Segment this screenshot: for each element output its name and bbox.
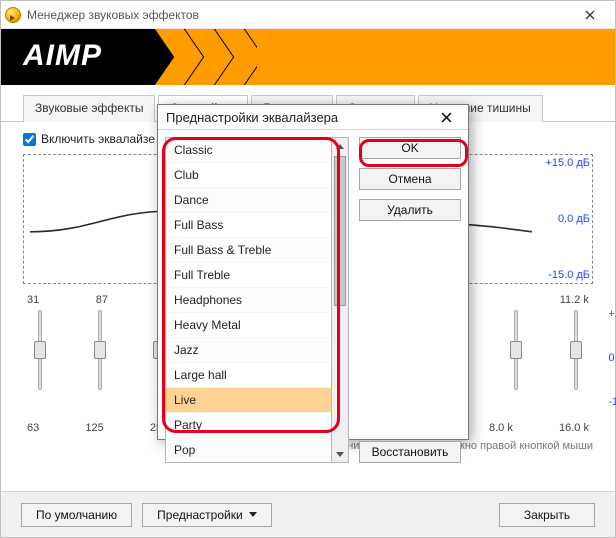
list-item[interactable]: Full Bass & Treble — [166, 237, 331, 262]
dialog-buttons: OK Отмена Удалить Восстановить — [359, 137, 461, 463]
brand-chevrons — [155, 29, 615, 85]
list-item[interactable]: Club — [166, 162, 331, 187]
scroll-down-icon[interactable] — [332, 446, 348, 462]
caret-down-icon — [249, 512, 257, 517]
freq-label: 16.0 k — [559, 422, 589, 434]
freq-label: 63 — [27, 422, 39, 434]
list-scrollbar[interactable] — [332, 137, 349, 463]
list-item[interactable]: Headphones — [166, 287, 331, 312]
eq-slider[interactable] — [25, 308, 55, 420]
restore-button[interactable]: Восстановить — [359, 441, 461, 463]
dialog-title: Преднастройки эквалайзера — [166, 110, 432, 125]
scale-top: +15.0 дБ — [545, 157, 590, 169]
scale-mid: 0.0 дБ — [545, 213, 590, 225]
scale-zero: 0 — [608, 352, 616, 364]
preset-listbox[interactable]: Classic Club Dance Full Bass Full Bass &… — [165, 137, 332, 463]
eq-slider[interactable] — [561, 308, 591, 420]
scroll-thumb[interactable] — [334, 156, 346, 306]
window-title: Менеджер звуковых эффектов — [27, 8, 569, 22]
dialog-titlebar: Преднастройки эквалайзера — [158, 105, 468, 130]
slider-side-scale: +15 0 -15 — [608, 308, 616, 408]
list-item[interactable]: Heavy Metal — [166, 312, 331, 337]
scale-plus: +15 — [608, 308, 616, 320]
list-item[interactable]: Live — [166, 387, 331, 412]
scroll-up-icon[interactable] — [332, 138, 348, 154]
app-window: Менеджер звуковых эффектов AIMP Звуковые… — [0, 0, 616, 538]
eq-graph-scale: +15.0 дБ 0.0 дБ -15.0 дБ — [545, 157, 590, 281]
cancel-button[interactable]: Отмена — [359, 168, 461, 190]
list-item[interactable]: Jazz — [166, 337, 331, 362]
scale-minus: -15 — [608, 396, 616, 408]
list-item[interactable]: Classic — [166, 138, 331, 162]
enable-equalizer-label: Включить эквалайзе — [41, 132, 155, 146]
list-item[interactable]: Pop — [166, 437, 331, 462]
delete-button[interactable]: Удалить — [359, 199, 461, 221]
eq-slider[interactable] — [501, 308, 531, 420]
ok-button[interactable]: OK — [359, 137, 461, 159]
freq-label: 11.2 k — [560, 294, 589, 306]
titlebar: Менеджер звуковых эффектов — [1, 1, 615, 29]
freq-label: 87 — [96, 294, 108, 306]
list-item[interactable]: Full Treble — [166, 262, 331, 287]
freq-label: 31 — [27, 294, 39, 306]
close-window-button[interactable] — [569, 1, 611, 29]
presets-button[interactable]: Преднастройки — [142, 503, 272, 527]
list-item[interactable]: Party — [166, 412, 331, 437]
presets-dialog: Преднастройки эквалайзера Classic Club D… — [157, 104, 469, 440]
dialog-close-button[interactable] — [432, 105, 460, 129]
scale-bottom: -15.0 дБ — [545, 269, 590, 281]
enable-equalizer-checkbox[interactable] — [23, 133, 36, 146]
preset-listwrap: Classic Club Dance Full Bass Full Bass &… — [165, 137, 349, 463]
list-item[interactable]: Full Bass — [166, 212, 331, 237]
footer: По умолчанию Преднастройки Закрыть — [1, 491, 615, 537]
eq-slider[interactable] — [85, 308, 115, 420]
list-item[interactable]: Dance — [166, 187, 331, 212]
brand-banner: AIMP — [1, 29, 615, 85]
freq-label: 8.0 k — [489, 422, 513, 434]
close-button[interactable]: Закрыть — [499, 503, 595, 527]
list-item[interactable]: Large hall — [166, 362, 331, 387]
tab-sound-effects[interactable]: Звуковые эффекты — [23, 95, 155, 122]
presets-button-label: Преднастройки — [157, 508, 243, 522]
freq-label: 125 — [85, 422, 103, 434]
app-icon — [5, 7, 21, 23]
defaults-button[interactable]: По умолчанию — [21, 503, 132, 527]
app-name: AIMP — [23, 39, 102, 73]
